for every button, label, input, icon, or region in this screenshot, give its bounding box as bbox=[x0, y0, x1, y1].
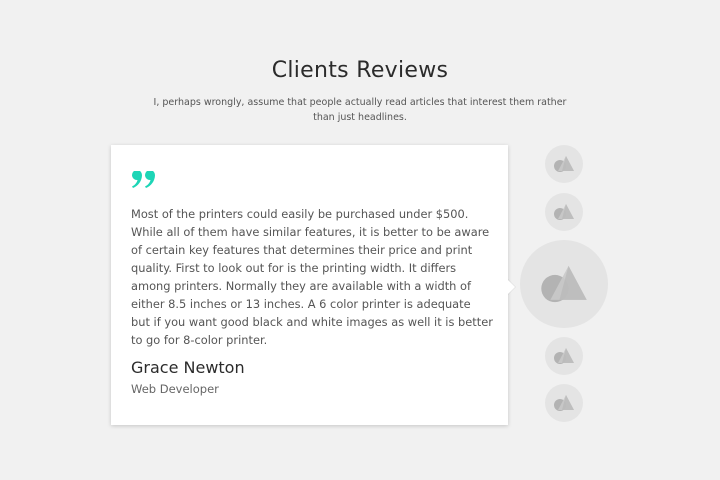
avatar-thumbnail[interactable] bbox=[545, 337, 583, 375]
avatar-thumbnail[interactable] bbox=[545, 193, 583, 231]
quote-icon bbox=[131, 171, 155, 188]
avatar-thumbnail[interactable] bbox=[545, 145, 583, 183]
image-placeholder-icon bbox=[554, 395, 574, 411]
reviewer-name: Grace Newton bbox=[131, 358, 245, 377]
reviewer-role: Web Developer bbox=[131, 382, 219, 396]
review-card: Most of the printers could easily be pur… bbox=[111, 145, 515, 425]
active-avatar bbox=[520, 240, 608, 328]
image-placeholder-icon bbox=[554, 204, 574, 220]
review-text: Most of the printers could easily be pur… bbox=[131, 207, 493, 347]
client-reviews-section: Clients Reviews I, perhaps wrongly, assu… bbox=[0, 0, 720, 480]
image-placeholder-icon bbox=[554, 156, 574, 172]
image-placeholder-icon bbox=[554, 348, 574, 364]
image-placeholder-icon bbox=[541, 265, 587, 303]
avatar-thumbnail[interactable] bbox=[545, 384, 583, 422]
card-pointer bbox=[507, 279, 515, 295]
section-title: Clients Reviews bbox=[271, 58, 449, 83]
section-subtitle: I, perhaps wrongly, assume that people a… bbox=[153, 97, 567, 123]
